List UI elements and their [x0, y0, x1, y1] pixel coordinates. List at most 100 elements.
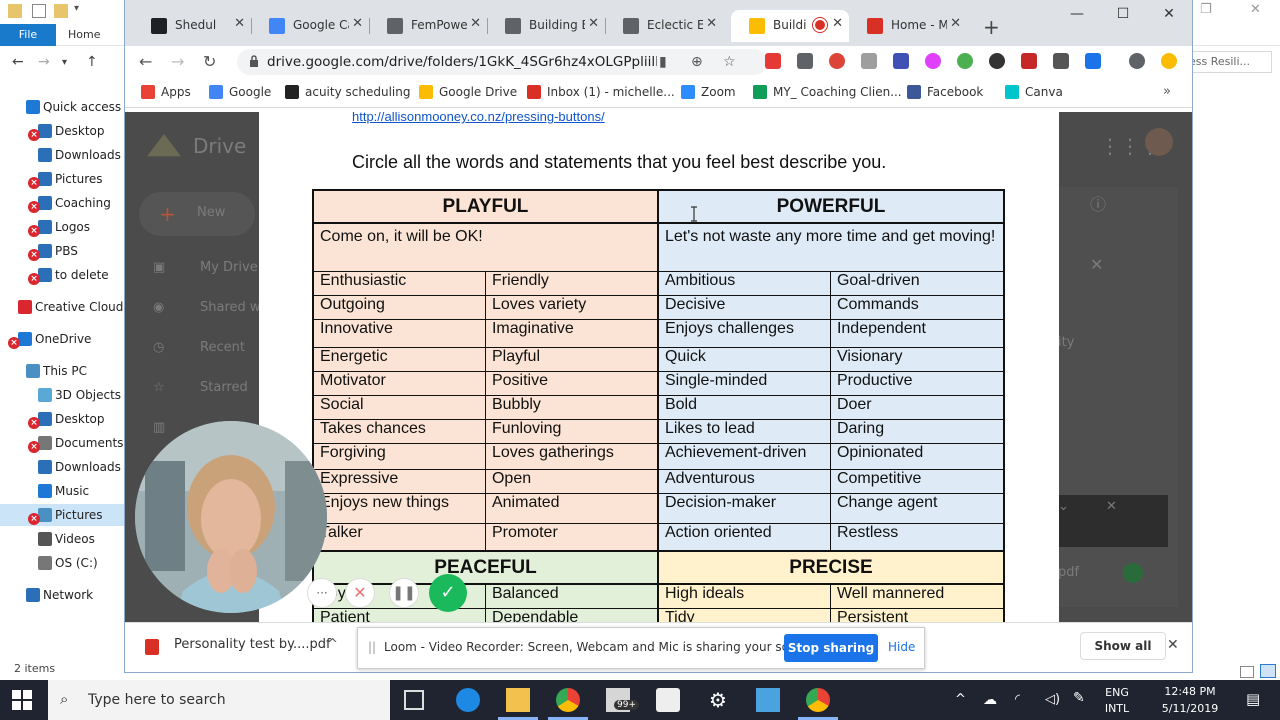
details-view-icon[interactable] — [1240, 666, 1254, 678]
show-hidden-icons[interactable]: ^ — [955, 692, 966, 707]
stop-sharing-button[interactable]: Stop sharing — [784, 634, 878, 662]
shield-extension-icon[interactable] — [1053, 53, 1069, 69]
sidebar-item[interactable]: × OneDrive — [0, 328, 125, 350]
close-panel-icon[interactable]: ✕ — [1090, 255, 1103, 274]
mail-icon[interactable]: 99+ — [606, 688, 639, 712]
nav-my-drive[interactable]: My Drive — [200, 260, 258, 275]
clock-time[interactable]: 12:48 PM — [1150, 685, 1230, 698]
bookmark-item[interactable]: Google Drive — [419, 85, 517, 99]
k-extension-icon[interactable] — [989, 53, 1005, 69]
browser-tab[interactable]: Google Ca ✕ — [251, 10, 370, 42]
collapse-icon[interactable]: ⌄ — [1058, 499, 1069, 514]
bookmark-item[interactable]: Apps — [141, 85, 191, 99]
browser-tab[interactable]: FemPower ✕ — [369, 10, 488, 42]
sidebar-item[interactable]: × PBS — [0, 240, 125, 262]
browser-tab[interactable]: Eclectic En✕ — [605, 10, 723, 42]
app-window-icon[interactable] — [756, 688, 780, 712]
close-shelf-icon[interactable]: ✕ — [1167, 637, 1179, 653]
sidebar-item[interactable]: × Documents — [0, 432, 125, 454]
close-upload-icon[interactable]: ✕ — [1106, 499, 1117, 514]
browser-tab[interactable]: Building B ✕ — [487, 10, 606, 42]
tab-close-icon[interactable]: ✕ — [352, 16, 363, 31]
hide-button[interactable]: Hide — [888, 640, 915, 654]
account-avatar[interactable] — [1145, 128, 1173, 156]
bookmark-item[interactable]: Zoom — [681, 85, 736, 99]
forward-arrow-icon[interactable]: → — [38, 54, 50, 70]
show-all-button[interactable]: Show all — [1080, 632, 1166, 660]
sidebar-item[interactable]: Music — [0, 480, 125, 502]
back-icon[interactable]: ← — [139, 52, 152, 71]
volume-icon[interactable]: ◁) — [1045, 692, 1060, 707]
forward-icon[interactable]: → — [171, 52, 184, 71]
extension-icon[interactable] — [893, 53, 909, 69]
facebook-extension-icon[interactable] — [797, 53, 813, 69]
windows-start-icon[interactable] — [12, 690, 32, 710]
webcam-bubble[interactable] — [135, 421, 327, 613]
camera-blocked-icon[interactable]: ▮ — [659, 54, 667, 70]
crop-extension-icon[interactable] — [1085, 53, 1101, 69]
pdf-link[interactable]: http://allisonmooney.co.nz/pressing-butt… — [352, 112, 605, 124]
cancel-recording-icon[interactable]: ✕ — [345, 578, 375, 608]
sidebar-item[interactable]: Videos — [0, 528, 125, 550]
desc-extension-icon[interactable] — [1021, 53, 1037, 69]
tab-close-icon[interactable]: ✕ — [950, 16, 961, 31]
sidebar-item[interactable]: This PC — [0, 360, 125, 382]
new-tab-button[interactable]: + — [983, 15, 1000, 39]
wifi-icon[interactable]: ◜ — [1015, 692, 1020, 707]
back-arrow-icon[interactable]: ← — [12, 54, 24, 70]
more-options-icon[interactable]: ··· — [307, 578, 337, 608]
properties-icon[interactable] — [32, 4, 46, 18]
edge-browser-icon[interactable] — [456, 688, 480, 712]
sidebar-item[interactable]: × Pictures — [0, 168, 125, 190]
tab-close-icon[interactable]: ✕ — [832, 16, 843, 31]
tab-close-icon[interactable]: ✕ — [470, 16, 481, 31]
sidebar-item[interactable]: 3D Objects — [0, 384, 125, 406]
sidebar-item[interactable]: Network — [0, 584, 125, 606]
info-icon[interactable]: ⓘ — [1090, 191, 1106, 215]
bookmark-item[interactable]: Google — [209, 85, 271, 99]
bookmark-item[interactable]: Inbox (1) - michelle... — [527, 85, 675, 99]
file-explorer-icon[interactable] — [498, 688, 538, 720]
sidebar-item[interactable]: OS (C:) — [0, 552, 125, 574]
pause-icon[interactable]: ❚❚ — [389, 578, 419, 608]
chrome-icon-2[interactable] — [798, 688, 838, 720]
chevron-up-icon[interactable]: ^ — [327, 637, 338, 652]
maximize-icon[interactable]: ☐ — [1103, 6, 1143, 22]
minimize-icon[interactable]: — — [1057, 6, 1097, 22]
zoom-icon[interactable]: ⊕ — [691, 54, 703, 70]
quick-access-dropdown-icon[interactable]: ▾ — [74, 3, 79, 14]
browser-tab[interactable]: Home - M ✕ — [849, 10, 967, 42]
browser-tab[interactable]: Shedul ✕ — [133, 10, 252, 42]
settings-gear-icon[interactable]: ⚙ — [706, 688, 730, 712]
screenshot-extension-icon[interactable] — [861, 53, 877, 69]
up-arrow-icon[interactable]: ↑ — [86, 54, 98, 70]
recent-dropdown-icon[interactable]: ▾ — [62, 57, 67, 68]
browser-tab[interactable]: Buildi ✕ — [731, 10, 849, 42]
grammarly-extension-icon[interactable] — [957, 53, 973, 69]
notifications-icon[interactable]: ▤ — [1246, 690, 1260, 708]
sidebar-item[interactable]: Quick access — [0, 96, 125, 118]
sidebar-item[interactable]: × Desktop — [0, 408, 125, 430]
tab-close-icon[interactable]: ✕ — [588, 16, 599, 31]
bookmark-item[interactable]: Canva — [1005, 85, 1063, 99]
reload-icon[interactable]: ↻ — [203, 52, 216, 71]
finish-recording-icon[interactable]: ✓ — [429, 574, 467, 612]
nav-recent[interactable]: Recent — [200, 340, 245, 355]
home-tab[interactable]: Home — [68, 24, 100, 46]
onedrive-tray-icon[interactable]: ☁ — [983, 692, 997, 708]
sidebar-item[interactable]: Downloads — [0, 144, 125, 166]
sidebar-item[interactable]: Creative Cloud F — [0, 296, 134, 318]
large-icons-view-icon[interactable] — [1260, 664, 1276, 678]
sidebar-item[interactable]: × to delete — [0, 264, 125, 286]
download-item[interactable]: Personality test by....pdf — [174, 637, 331, 652]
new-folder-icon[interactable] — [54, 4, 68, 18]
bookmark-item[interactable]: acuity scheduling — [285, 85, 410, 99]
explorer-restore-icon[interactable]: ❐ — [1200, 2, 1212, 17]
clock-date[interactable]: 5/11/2019 — [1150, 702, 1230, 715]
nav-starred[interactable]: Starred — [200, 380, 248, 395]
task-view-icon[interactable] — [404, 690, 424, 710]
drag-handle-icon[interactable]: || — [368, 640, 376, 654]
bookmarks-overflow-icon[interactable]: » — [1163, 84, 1171, 99]
pen-icon[interactable]: ✎ — [1073, 690, 1085, 706]
bookmark-item[interactable]: Facebook — [907, 85, 983, 99]
